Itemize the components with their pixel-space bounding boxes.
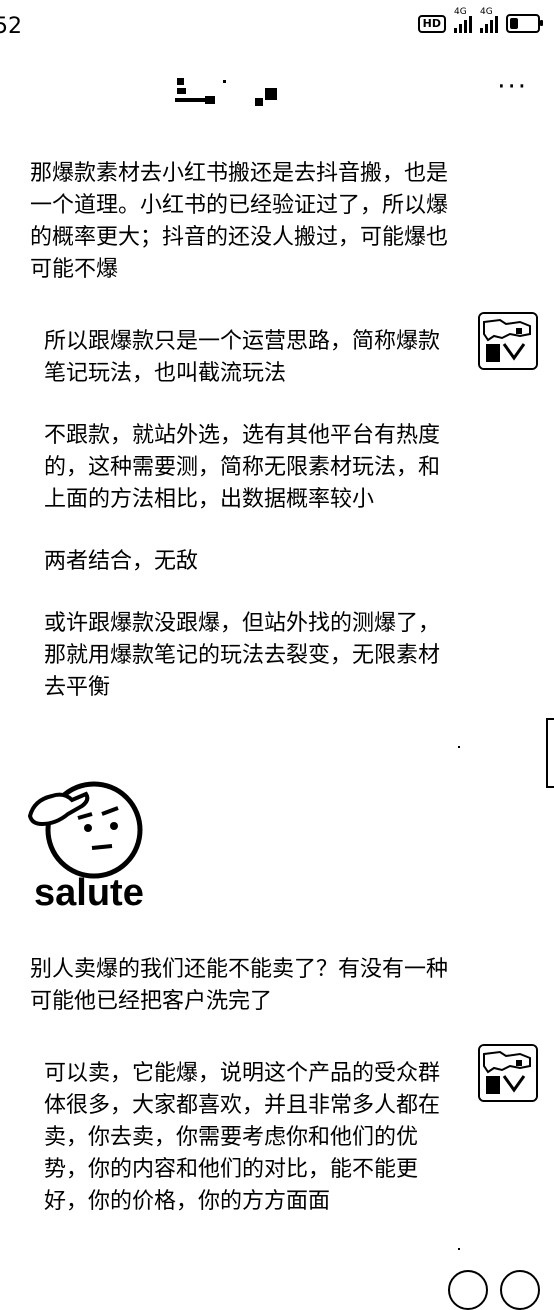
status-icons: HD 4G 4G: [417, 7, 543, 33]
bottom-circle-icon[interactable]: [448, 1270, 488, 1310]
message-text: 别人卖爆的我们还能不能卖了？有没有一种可能他已经把客户洗完了: [30, 957, 449, 1014]
message-text: 不跟款，就站外选，选有其他平台有热度的，这种需要测，简称无限素材玩法，和上面的方…: [44, 423, 441, 512]
message-text: 可以卖，它能爆，说明这个产品的受众群体很多，大家都喜欢，并且非常多人都在卖，你去…: [44, 1061, 441, 1214]
hd-badge: HD: [417, 14, 446, 33]
avatar[interactable]: [478, 1044, 538, 1102]
chat-title-redacted: [175, 76, 285, 106]
message-text: 两者结合，无敌: [44, 549, 199, 574]
bottom-circle-icon[interactable]: [500, 1270, 540, 1310]
battery-icon: [506, 14, 543, 33]
message-bubble-outgoing: 所以跟爆款只是一个运营思路，简称爆款笔记玩法，也叫截流玩法 不跟款，就站外选，选…: [44, 326, 454, 704]
message-bubble-incoming: 别人卖爆的我们还能不能卖了？有没有一种可能他已经把客户洗完了: [30, 954, 450, 1018]
signal-icon: 4G: [454, 7, 472, 33]
chat-header: ···: [0, 60, 554, 120]
more-options-button[interactable]: ···: [497, 72, 528, 102]
scroll-indicator: [546, 718, 554, 788]
speck: [458, 1248, 460, 1250]
message-bubble-outgoing: 可以卖，它能爆，说明这个产品的受众群体很多，大家都喜欢，并且非常多人都在卖，你去…: [44, 1058, 454, 1218]
status-bar: 52 HD 4G 4G: [0, 0, 554, 54]
signal-icon-2: 4G: [480, 7, 498, 33]
status-time: 52: [0, 14, 22, 39]
speck: [458, 746, 460, 748]
sticker-caption: salute: [34, 872, 144, 914]
message-text: 或许跟爆款没跟爆，但站外找的测爆了，那就用爆款笔记的玩法去裂变，无限素材去平衡: [44, 611, 441, 700]
message-bubble-incoming: 那爆款素材去小红书搬还是去抖音搬，也是一个道理。小红书的已经验证过了，所以爆的概…: [30, 158, 450, 286]
message-text: 那爆款素材去小红书搬还是去抖音搬，也是一个道理。小红书的已经验证过了，所以爆的概…: [30, 161, 449, 282]
message-text: 所以跟爆款只是一个运营思路，简称爆款笔记玩法，也叫截流玩法: [44, 329, 441, 386]
avatar[interactable]: [478, 312, 538, 370]
